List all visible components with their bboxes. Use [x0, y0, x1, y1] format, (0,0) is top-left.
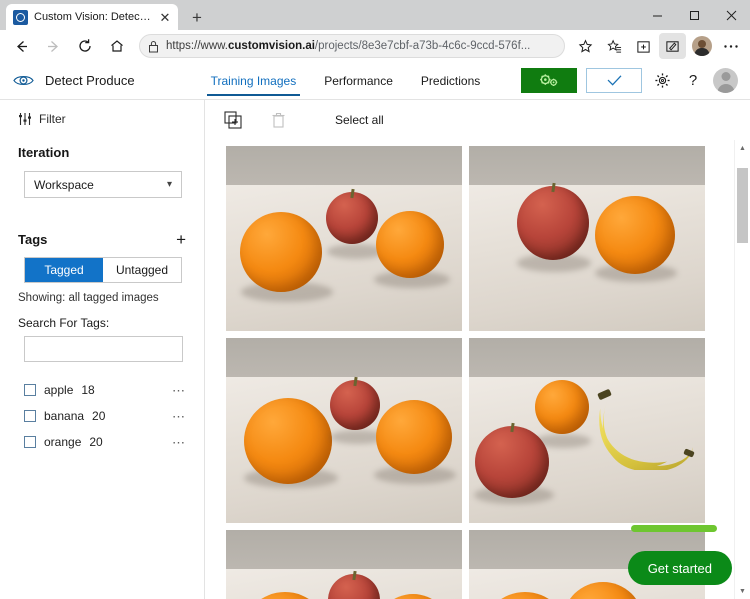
account-avatar[interactable]: [713, 68, 738, 93]
window-controls: [639, 0, 750, 30]
help-button[interactable]: ?: [682, 70, 704, 92]
lock-icon: [149, 40, 158, 52]
profile-avatar[interactable]: [688, 33, 715, 59]
images-panel: Select all ▲ ▼ Get started: [205, 100, 750, 599]
tag-list: apple 18 ⋯ banana 20 ⋯ orange 20 ⋯: [0, 377, 204, 455]
custom-vision-favicon-icon: [13, 9, 28, 25]
browser-address-bar: https://www.customvision.ai/projects/8e3…: [0, 30, 750, 62]
browser-titlebar: Custom Vision: Detect Produce - ✕ +: [0, 0, 750, 30]
tab-title: Custom Vision: Detect Produce -: [34, 11, 151, 23]
iteration-heading: Iteration: [18, 145, 70, 160]
image-thumbnail[interactable]: [226, 530, 462, 599]
tag-row-banana[interactable]: banana 20 ⋯: [0, 403, 204, 429]
url-input[interactable]: https://www.customvision.ai/projects/8e3…: [139, 34, 565, 58]
image-thumbnail[interactable]: [469, 146, 705, 331]
scroll-down-arrow-icon[interactable]: ▼: [735, 583, 750, 599]
tag-name: banana: [44, 409, 85, 423]
vertical-scrollbar[interactable]: ▲ ▼: [734, 140, 750, 599]
tag-checkbox[interactable]: [24, 436, 36, 448]
tab-close-icon[interactable]: ✕: [157, 11, 173, 24]
settings-gear-icon[interactable]: [651, 70, 673, 92]
more-options-icon[interactable]: [717, 33, 744, 59]
iteration-select[interactable]: Workspace ▾: [24, 171, 182, 198]
tag-menu-icon[interactable]: ⋯: [172, 436, 186, 449]
url-domain: customvision.ai: [228, 40, 315, 52]
url-path: /projects/8e3e7cbf-a73b-4c6c-9ccd-576f..…: [314, 40, 531, 52]
sidebar: Filter Iteration Workspace ▾ Tags + Tagg…: [0, 100, 205, 599]
tags-heading: Tags: [18, 232, 48, 247]
filter-sliders-icon: [19, 113, 31, 125]
select-all-button[interactable]: Select all: [335, 113, 384, 127]
url-scheme: https://www.: [166, 40, 228, 52]
tag-menu-icon[interactable]: ⋯: [172, 410, 186, 423]
iteration-selected-value: Workspace: [34, 177, 94, 192]
chevron-down-icon: ▾: [166, 179, 172, 190]
delete-images-icon: [268, 110, 288, 130]
browser-window: Custom Vision: Detect Produce - ✕ +: [0, 0, 750, 599]
scrollbar-thumb[interactable]: [737, 168, 748, 243]
train-button[interactable]: [521, 68, 577, 93]
filter-control[interactable]: Filter: [0, 112, 204, 126]
quick-test-button[interactable]: [586, 68, 642, 93]
maximize-button[interactable]: [676, 0, 713, 30]
page-title: Detect Produce: [45, 73, 135, 88]
tab-predictions[interactable]: Predictions: [407, 62, 494, 99]
app-header-actions: ?: [521, 68, 750, 93]
eye-gear-logo-icon: [13, 70, 34, 91]
get-started-button[interactable]: Get started: [627, 551, 732, 585]
tag-name: apple: [44, 383, 74, 397]
add-images-icon[interactable]: [223, 110, 243, 130]
tab-training-images[interactable]: Training Images: [197, 62, 311, 99]
forward-arrow-icon: [38, 32, 68, 60]
annotate-icon[interactable]: [659, 33, 686, 59]
toggle-untagged[interactable]: Untagged: [103, 258, 181, 282]
filter-label: Filter: [39, 112, 66, 126]
image-thumbnail[interactable]: [226, 338, 462, 523]
favorites-list-icon[interactable]: [601, 33, 628, 59]
tag-count: 18: [81, 383, 95, 397]
add-tag-icon[interactable]: +: [176, 231, 186, 248]
back-arrow-icon[interactable]: [6, 32, 36, 60]
favorites-star-icon[interactable]: [572, 33, 599, 59]
scroll-up-arrow-icon[interactable]: ▲: [735, 140, 750, 156]
url-text: https://www.customvision.ai/projects/8e3…: [166, 40, 530, 52]
close-button[interactable]: [713, 0, 750, 30]
image-thumbnail[interactable]: [469, 338, 705, 523]
tagged-untagged-toggle: Tagged Untagged: [24, 257, 182, 283]
search-tags-label: Search For Tags:: [18, 316, 110, 330]
tag-name: orange: [44, 435, 82, 449]
showing-status-text: Showing: all tagged images: [18, 292, 159, 304]
search-tags-input[interactable]: [24, 336, 183, 362]
tag-menu-icon[interactable]: ⋯: [172, 384, 186, 397]
tags-header: Tags +: [0, 231, 204, 248]
tab-performance[interactable]: Performance: [310, 62, 407, 99]
app-nav-tabs: Training Images Performance Predictions: [197, 62, 495, 99]
home-icon[interactable]: [102, 32, 132, 60]
get-started-progress-pill: [631, 525, 717, 532]
images-toolbar: Select all: [205, 100, 750, 140]
refresh-icon[interactable]: [70, 32, 100, 60]
custom-vision-app: Detect Produce Training Images Performan…: [0, 62, 750, 599]
tag-row-orange[interactable]: orange 20 ⋯: [0, 429, 204, 455]
tag-checkbox[interactable]: [24, 384, 36, 396]
tag-count: 20: [89, 435, 103, 449]
app-header: Detect Produce Training Images Performan…: [0, 62, 750, 100]
browser-tab[interactable]: Custom Vision: Detect Produce - ✕: [6, 4, 178, 30]
toggle-tagged[interactable]: Tagged: [25, 258, 103, 282]
checkmark-icon: [607, 75, 621, 86]
tag-checkbox[interactable]: [24, 410, 36, 422]
tag-row-apple[interactable]: apple 18 ⋯: [0, 377, 204, 403]
train-gears-icon: [540, 74, 558, 86]
tag-count: 20: [92, 409, 106, 423]
new-tab-button[interactable]: +: [187, 9, 207, 26]
image-thumbnail[interactable]: [226, 146, 462, 331]
app-body: Filter Iteration Workspace ▾ Tags + Tagg…: [0, 100, 750, 599]
collections-icon[interactable]: [630, 33, 657, 59]
minimize-button[interactable]: [639, 0, 676, 30]
